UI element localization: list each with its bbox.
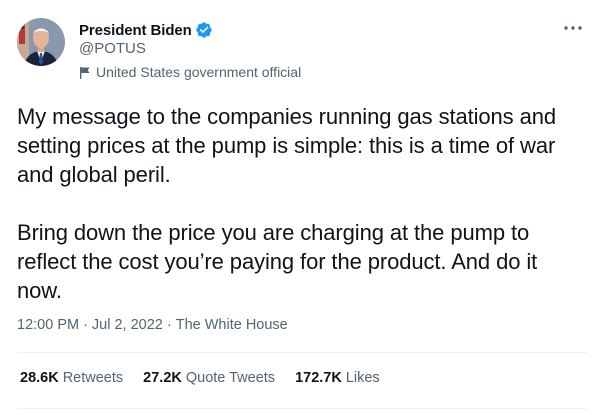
tweet-time[interactable]: 12:00 PM: [17, 317, 79, 333]
engagement-stats: 28.6K Retweets 27.2K Quote Tweets 172.7K Li…: [20, 370, 400, 386]
retweets-label: Retweets: [62, 370, 124, 386]
tweet-paragraph: Bring down the price you are charging at…: [17, 220, 538, 303]
government-label: United States government official: [79, 64, 301, 80]
likes-count: 172.7K: [295, 370, 342, 386]
quote-tweets-stat[interactable]: 27.2K Quote Tweets: [143, 370, 275, 386]
more-dots-icon[interactable]: [563, 24, 583, 32]
display-name[interactable]: President Biden: [79, 22, 192, 39]
likes-stat[interactable]: 172.7K Likes: [295, 370, 380, 386]
author-handle[interactable]: @POTUS: [79, 40, 146, 57]
quote-tweets-count: 27.2K: [143, 370, 182, 386]
tweet-date[interactable]: Jul 2, 2022: [92, 317, 163, 333]
tweet-paragraph: My message to the companies running gas …: [17, 104, 556, 187]
author-name-row: President Biden: [79, 20, 213, 40]
retweets-stat[interactable]: 28.6K Retweets: [20, 370, 123, 386]
tweet-source[interactable]: The White House: [176, 317, 288, 333]
verified-badge-icon: [196, 22, 212, 38]
government-label-text: United States government official: [96, 64, 302, 80]
flag-icon: [80, 66, 90, 79]
divider: [17, 352, 588, 353]
retweets-count: 28.6K: [20, 370, 59, 386]
meta-separator: ·: [166, 317, 172, 333]
quote-tweets-label: Quote Tweets: [185, 370, 276, 386]
likes-label: Likes: [345, 370, 380, 386]
avatar[interactable]: [17, 18, 65, 66]
divider: [17, 408, 588, 409]
tweet-meta: 12:00 PM · Jul 2, 2022 · The White House: [17, 317, 288, 333]
tweet-card: President Biden @POTUS United States gov…: [0, 0, 605, 415]
avatar-image: [17, 18, 65, 66]
tweet-text: My message to the companies running gas …: [17, 102, 587, 305]
meta-separator: ·: [83, 317, 88, 333]
